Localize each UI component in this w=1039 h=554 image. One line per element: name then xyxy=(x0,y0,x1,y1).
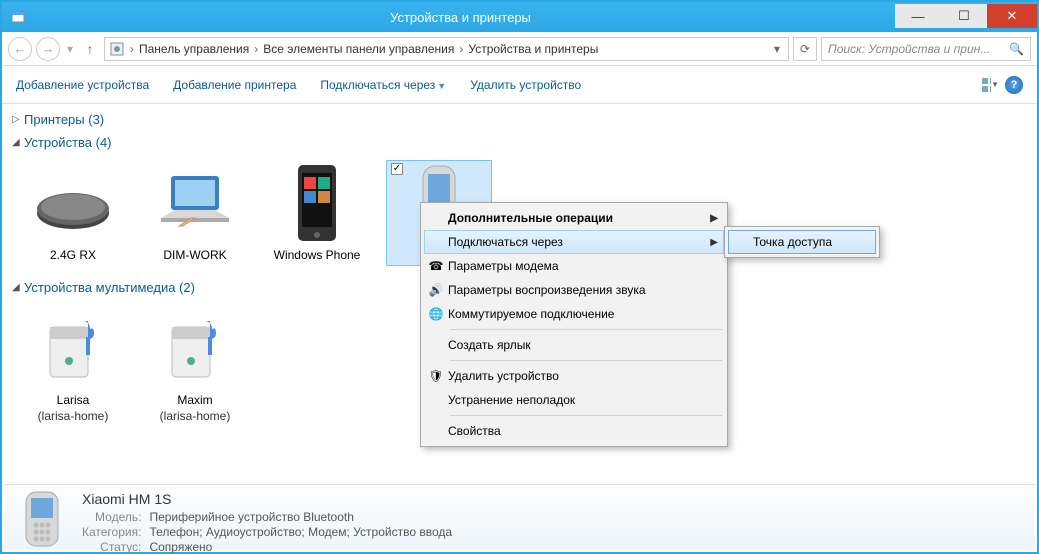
back-button[interactable]: ← xyxy=(8,37,32,61)
breadcrumb-sep: › xyxy=(456,42,466,56)
add-printer-button[interactable]: Добавление принтера xyxy=(173,78,296,92)
search-icon: 🔍 xyxy=(1009,42,1024,56)
add-device-button[interactable]: Добавление устройства xyxy=(16,78,149,92)
details-pane: Xiaomi HM 1S Модель: Периферийное устрой… xyxy=(4,484,1035,550)
search-input[interactable]: Поиск: Устройства и прин... 🔍 xyxy=(821,37,1031,61)
details-val: Сопряжено xyxy=(149,540,452,554)
connect-via-button[interactable]: Подключаться через▼ xyxy=(320,78,446,92)
mediaserver-icon xyxy=(142,305,248,391)
navbar: ← → ▾ ↑ › Панель управления › Все элемен… xyxy=(2,32,1037,66)
window-title: Устройства и принтеры xyxy=(26,10,895,25)
menu-item-modem[interactable]: ☎ Параметры модема xyxy=(424,254,724,278)
toolbar: Добавление устройства Добавление принтер… xyxy=(2,66,1037,104)
keyboard-icon xyxy=(20,160,126,246)
close-button[interactable]: ✕ xyxy=(987,4,1037,28)
breadcrumb-sep: › xyxy=(127,42,137,56)
menu-item-dialup[interactable]: 🌐 Коммутируемое подключение xyxy=(424,302,724,326)
device-item[interactable]: Larisa (larisa-home) xyxy=(20,305,126,423)
details-key: Статус: xyxy=(82,540,141,554)
laptop-icon xyxy=(142,160,248,246)
device-item[interactable]: 2.4G RX xyxy=(20,160,126,266)
checkbox-icon[interactable]: ✓ xyxy=(391,163,403,175)
breadcrumb-item[interactable]: Панель управления xyxy=(139,42,249,56)
group-printers[interactable]: ▷ Принтеры (3) xyxy=(12,108,1027,131)
menu-separator xyxy=(450,329,722,330)
context-submenu: Точка доступа xyxy=(724,226,880,258)
collapse-icon: ◢ xyxy=(12,137,24,148)
menu-item-connect-via[interactable]: Подключаться через▶ xyxy=(424,230,724,254)
device-item[interactable]: DIM-WORK xyxy=(142,160,248,266)
mediaserver-icon xyxy=(20,305,126,391)
history-dropdown[interactable]: ▾ xyxy=(64,42,76,56)
context-menu: Дополнительные операции▶ Подключаться че… xyxy=(420,202,728,447)
device-item[interactable]: Windows Phone xyxy=(264,160,370,266)
maximize-button[interactable]: ☐ xyxy=(941,4,987,28)
view-dropdown[interactable]: ▼ xyxy=(981,76,999,94)
breadcrumb[interactable]: › Панель управления › Все элементы панел… xyxy=(104,37,789,61)
details-val: Телефон; Аудиоустройство; Модем; Устройс… xyxy=(149,525,452,539)
breadcrumb-dropdown[interactable]: ▾ xyxy=(770,42,784,56)
device-item[interactable]: Maxim (larisa-home) xyxy=(142,305,248,423)
refresh-button[interactable]: ⟳ xyxy=(793,37,817,61)
forward-button[interactable]: → xyxy=(36,37,60,61)
winphone-icon xyxy=(264,160,370,246)
menu-separator xyxy=(450,415,722,416)
remove-device-button[interactable]: Удалить устройство xyxy=(470,78,581,92)
menu-separator xyxy=(450,360,722,361)
menu-item-remove[interactable]: 🛡 Удалить устройство xyxy=(424,364,724,388)
dialup-icon: 🌐 xyxy=(428,306,444,322)
help-button[interactable]: ? xyxy=(1005,76,1023,94)
details-val: Периферийное устройство Bluetooth xyxy=(149,510,452,524)
submenu-item-access-point[interactable]: Точка доступа xyxy=(728,230,876,254)
group-devices[interactable]: ◢ Устройства (4) xyxy=(12,131,1027,154)
details-key: Модель: xyxy=(82,510,141,524)
menu-item-properties[interactable]: Свойства xyxy=(424,419,724,443)
window-icon xyxy=(10,9,26,25)
details-key: Категория: xyxy=(82,525,141,539)
minimize-button[interactable]: — xyxy=(895,4,941,28)
modem-icon: ☎ xyxy=(428,258,444,274)
breadcrumb-sep: › xyxy=(251,42,261,56)
menu-item-more-ops[interactable]: Дополнительные операции▶ xyxy=(424,206,724,230)
titlebar: Устройства и принтеры — ☐ ✕ xyxy=(2,2,1037,32)
search-placeholder: Поиск: Устройства и прин... xyxy=(828,42,990,56)
details-title: Xiaomi HM 1S xyxy=(82,491,452,507)
expand-icon: ▷ xyxy=(12,114,24,125)
menu-item-sound[interactable]: 🔊 Параметры воспроизведения звука xyxy=(424,278,724,302)
control-panel-icon xyxy=(109,41,125,57)
shield-icon: 🛡 xyxy=(428,368,444,384)
up-button[interactable]: ↑ xyxy=(80,41,100,57)
collapse-icon: ◢ xyxy=(12,282,24,293)
phone-icon xyxy=(14,491,70,547)
breadcrumb-item[interactable]: Все элементы панели управления xyxy=(263,42,454,56)
menu-item-troubleshoot[interactable]: Устранение неполадок xyxy=(424,388,724,412)
menu-item-shortcut[interactable]: Создать ярлык xyxy=(424,333,724,357)
breadcrumb-item[interactable]: Устройства и принтеры xyxy=(468,42,598,56)
sound-icon: 🔊 xyxy=(428,282,444,298)
